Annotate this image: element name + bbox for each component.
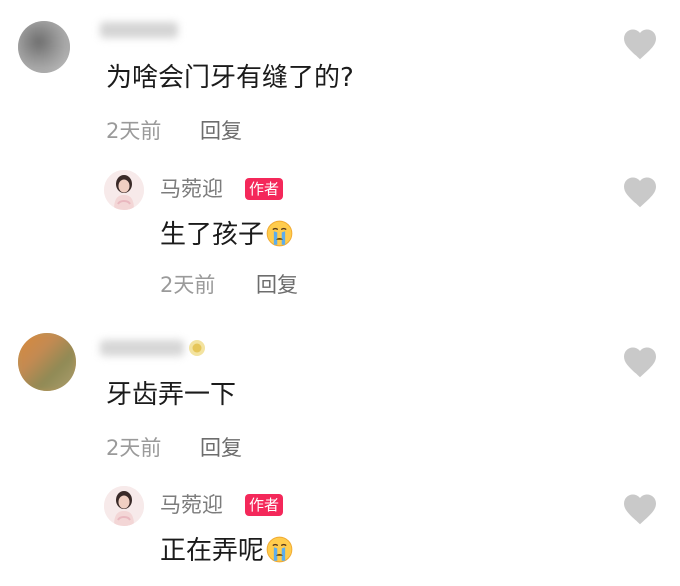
reply-time: 2天前 [160, 273, 216, 297]
crying-face-icon [266, 536, 293, 563]
author-avatar[interactable] [104, 486, 144, 526]
author-badge: 作者 [245, 494, 284, 516]
reply-button[interactable]: 回复 [200, 119, 242, 143]
heart-icon[interactable] [622, 28, 658, 60]
commenter-name-blurred[interactable] [100, 22, 178, 38]
reply-button[interactable]: 回复 [200, 436, 242, 460]
author-badge: 作者 [245, 178, 284, 200]
comment-text: 牙齿弄一下 [106, 380, 237, 410]
reply-text-content: 正在弄呢 [160, 536, 265, 566]
commenter-avatar[interactable] [18, 21, 70, 73]
heart-icon[interactable] [622, 346, 658, 378]
author-avatar[interactable] [104, 170, 144, 210]
heart-icon[interactable] [622, 493, 658, 525]
comment-time: 2天前 [106, 119, 162, 143]
author-name[interactable]: 马菀迎 [160, 177, 223, 201]
reply-text-content: 生了孩子 [160, 220, 265, 250]
author-name[interactable]: 马菀迎 [160, 493, 223, 517]
comment-text: 为啥会门牙有缝了的? [106, 63, 354, 93]
heart-icon[interactable] [622, 176, 658, 208]
reply-text: 生了孩子 [160, 220, 293, 250]
commenter-avatar[interactable] [18, 333, 76, 391]
comment-time: 2天前 [106, 436, 162, 460]
vip-badge-icon [189, 340, 205, 356]
commenter-name-blurred[interactable] [100, 340, 184, 356]
comment-list: 为啥会门牙有缝了的? 2天前 回复 马菀迎 作者 生了孩子 2天前 回复 牙齿弄… [0, 0, 680, 586]
crying-face-icon [266, 220, 293, 247]
reply-text: 正在弄呢 [160, 536, 293, 566]
reply-button[interactable]: 回复 [256, 273, 298, 297]
